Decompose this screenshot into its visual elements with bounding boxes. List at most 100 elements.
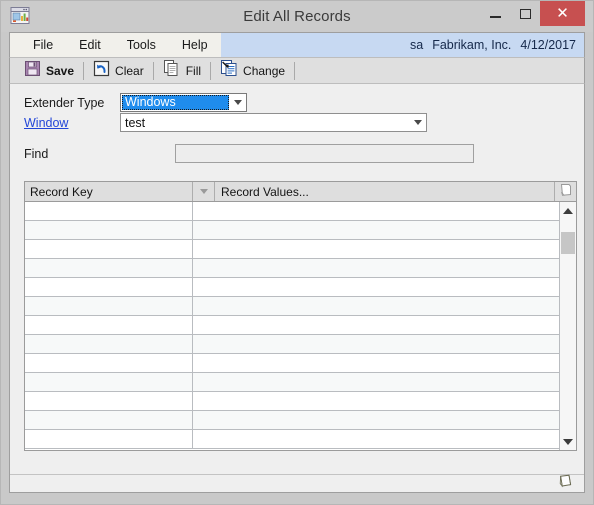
- table-row[interactable]: [25, 411, 559, 430]
- cell-record-key: [25, 278, 193, 296]
- menu-bar: File Edit Tools Help sa Fabrikam, Inc. 4…: [9, 32, 585, 57]
- window-link-label[interactable]: Window: [24, 116, 120, 130]
- clear-button[interactable]: Clear: [87, 60, 150, 82]
- fill-button-label: Fill: [185, 63, 202, 78]
- menu-item-tools[interactable]: Tools: [114, 34, 169, 57]
- note-icon[interactable]: [557, 473, 574, 492]
- scrollbar-thumb[interactable]: [561, 232, 575, 254]
- window-value: test: [125, 115, 146, 130]
- close-icon: ✕: [556, 5, 569, 22]
- cell-record-values: [193, 240, 559, 258]
- extender-type-combo[interactable]: Windows: [120, 93, 247, 112]
- menu-item-edit[interactable]: Edit: [66, 34, 114, 57]
- change-button[interactable]: Change: [214, 60, 291, 82]
- toolbar: Save Clear Fill Change: [9, 57, 585, 83]
- cell-record-key: [25, 202, 193, 220]
- find-label: Find: [24, 146, 49, 161]
- table-row[interactable]: [25, 430, 559, 449]
- table-row[interactable]: [25, 354, 559, 373]
- cell-record-key: [25, 316, 193, 334]
- cell-record-key: [25, 259, 193, 277]
- save-button[interactable]: Save: [18, 60, 80, 82]
- table-row[interactable]: [25, 240, 559, 259]
- maximize-button[interactable]: [510, 1, 540, 26]
- toolbar-separator: [152, 61, 154, 80]
- cell-record-values: [193, 202, 559, 220]
- table-row[interactable]: [25, 221, 559, 240]
- title-bar: Edit All Records ✕: [1, 1, 593, 32]
- cell-record-values: [193, 430, 559, 448]
- toolbar-separator: [294, 61, 296, 80]
- column-sort-button[interactable]: [193, 182, 215, 201]
- extender-type-row: Extender Type Windows: [24, 93, 247, 112]
- copy-pages-icon: [163, 59, 181, 82]
- table-row[interactable]: [25, 335, 559, 354]
- grid-note-button[interactable]: [554, 182, 576, 201]
- menu-item-file[interactable]: File: [20, 34, 66, 57]
- clear-button-label: Clear: [115, 63, 144, 78]
- close-button[interactable]: ✕: [540, 1, 585, 26]
- find-row: Find: [24, 144, 474, 163]
- cell-record-values: [193, 335, 559, 353]
- form-body: Extender Type Windows Window test Find R: [9, 83, 585, 493]
- table-row[interactable]: [25, 259, 559, 278]
- session-info-bar: sa Fabrikam, Inc. 4/12/2017: [220, 33, 584, 57]
- column-header-record-values[interactable]: Record Values...: [215, 182, 554, 201]
- window-row: Window test: [24, 113, 427, 132]
- scrollbar-track[interactable]: [560, 219, 576, 433]
- table-row[interactable]: [25, 202, 559, 221]
- toolbar-separator: [210, 61, 212, 80]
- chevron-down-icon[interactable]: [229, 94, 246, 111]
- cell-record-key: [25, 354, 193, 372]
- minimize-button[interactable]: [480, 1, 510, 26]
- chevron-down-icon: [199, 189, 208, 194]
- find-input-wrap[interactable]: [175, 144, 474, 163]
- window-controls: ✕: [480, 1, 585, 26]
- cell-record-values: [193, 278, 559, 296]
- cell-record-key: [25, 411, 193, 429]
- column-header-record-key[interactable]: Record Key: [25, 182, 193, 201]
- grid-rows: [25, 202, 559, 450]
- cell-record-key: [25, 221, 193, 239]
- extender-type-label: Extender Type: [24, 95, 105, 110]
- table-row[interactable]: [25, 316, 559, 335]
- cell-record-key: [25, 335, 193, 353]
- note-icon: [559, 183, 573, 200]
- scroll-down-button[interactable]: [560, 433, 576, 450]
- scroll-down-icon: [563, 438, 573, 445]
- cell-record-key: [25, 430, 193, 448]
- table-row[interactable]: [25, 392, 559, 411]
- cell-record-key: [25, 373, 193, 391]
- cell-record-values: [193, 373, 559, 391]
- scroll-up-button[interactable]: [560, 202, 576, 219]
- table-row[interactable]: [25, 278, 559, 297]
- session-date: 4/12/2017: [520, 38, 576, 52]
- cell-record-values: [193, 259, 559, 277]
- table-row[interactable]: [25, 297, 559, 316]
- cell-record-key: [25, 392, 193, 410]
- table-row[interactable]: [25, 373, 559, 392]
- session-company: Fabrikam, Inc.: [432, 38, 512, 52]
- cell-record-key: [25, 240, 193, 258]
- status-bar: [10, 473, 584, 492]
- records-grid: Record Key Record Values...: [24, 181, 577, 451]
- grid-header: Record Key Record Values...: [25, 182, 576, 202]
- cell-record-values: [193, 221, 559, 239]
- grid-vertical-scrollbar[interactable]: [559, 202, 576, 450]
- minimize-icon: [489, 15, 501, 18]
- cell-record-values: [193, 354, 559, 372]
- window-combo[interactable]: test: [120, 113, 427, 132]
- save-button-label: Save: [46, 63, 75, 78]
- maximize-icon: [519, 8, 531, 19]
- session-user: sa: [410, 38, 424, 52]
- find-input[interactable]: [176, 145, 473, 163]
- toolbar-separator: [83, 61, 85, 80]
- cell-record-values: [193, 297, 559, 315]
- document-change-icon: [220, 59, 238, 82]
- gp-window-chart-icon: [9, 5, 31, 27]
- chevron-down-icon[interactable]: [409, 114, 426, 131]
- cell-record-values: [193, 392, 559, 410]
- fill-button[interactable]: Fill: [157, 60, 207, 82]
- menu-items: File Edit Tools Help: [10, 33, 221, 57]
- menu-item-help[interactable]: Help: [169, 34, 221, 57]
